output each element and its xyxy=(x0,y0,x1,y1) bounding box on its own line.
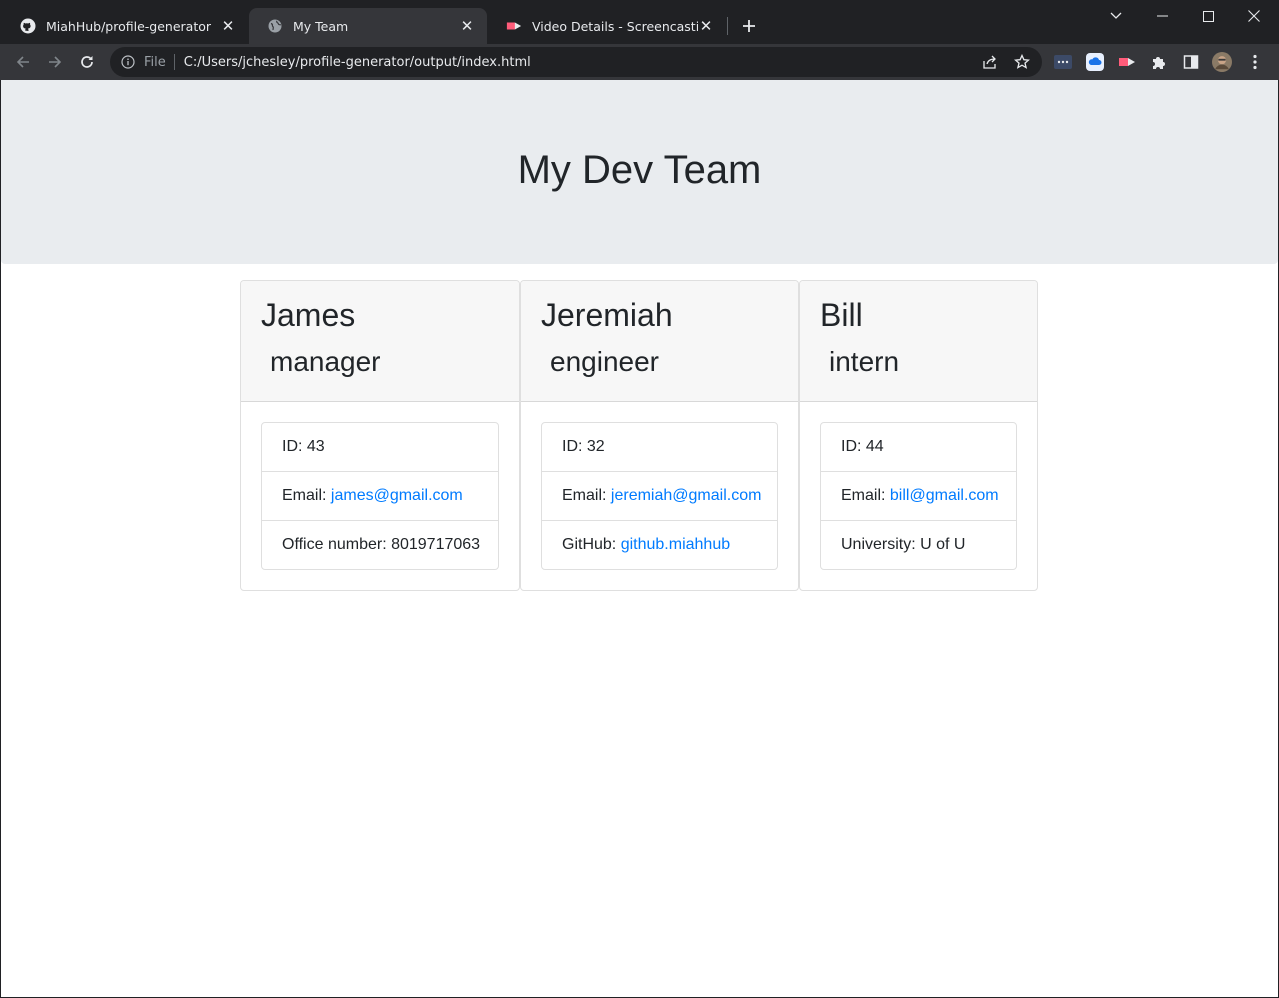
tab-title: Video Details - Screencastify xyxy=(532,18,698,34)
profile-avatar[interactable] xyxy=(1212,52,1232,72)
bookmark-star-icon[interactable] xyxy=(1014,54,1030,70)
url-scheme-label: File xyxy=(144,54,166,70)
browser-toolbar: File C:/Users/jchesley/profile-generator… xyxy=(0,44,1279,80)
reload-icon xyxy=(81,56,93,68)
maximize-icon xyxy=(1202,10,1214,22)
email-label: Email: xyxy=(562,487,607,504)
close-tab-icon[interactable]: ✕ xyxy=(220,17,236,35)
url-text[interactable]: C:/Users/jchesley/profile-generator/outp… xyxy=(184,55,531,70)
email-link[interactable]: jeremiah@gmail.com xyxy=(611,487,762,505)
github-link[interactable]: github.miahhub xyxy=(621,536,730,554)
close-window-button[interactable] xyxy=(1231,0,1277,32)
tab-separator xyxy=(727,17,728,35)
cloud-icon[interactable] xyxy=(1085,52,1105,72)
arrow-right-icon xyxy=(49,56,62,68)
member-card-manager: James manager ID: 43 Email: james@gmail.… xyxy=(240,280,520,591)
member-github: GitHub: github.miahhub xyxy=(542,520,777,569)
email-link[interactable]: bill@gmail.com xyxy=(890,487,999,505)
member-id: ID: 44 xyxy=(841,438,884,455)
tab-video-details[interactable]: Video Details - Screencastify ✕ xyxy=(488,8,726,44)
plus-icon xyxy=(743,20,755,32)
member-card-intern: Bill intern ID: 44 Email: bill@gmail.com… xyxy=(799,280,1038,591)
tab-title: My Team xyxy=(293,18,349,34)
email-link[interactable]: james@gmail.com xyxy=(331,487,463,505)
kebab-menu-icon[interactable] xyxy=(1245,52,1265,72)
member-details-list: ID: 32 Email: jeremiah@gmail.com GitHub:… xyxy=(541,422,778,570)
member-id: ID: 32 xyxy=(562,438,605,455)
card-header: Jeremiah engineer xyxy=(521,281,798,402)
close-tab-icon[interactable]: ✕ xyxy=(459,17,475,35)
share-icon[interactable] xyxy=(982,54,998,70)
new-tab-button[interactable] xyxy=(737,14,761,38)
page-title: My Dev Team xyxy=(517,148,762,192)
minimize-icon xyxy=(1156,15,1168,17)
reload-button[interactable] xyxy=(73,48,101,76)
tab-strip: MiahHub/profile-generator ✕ My Team ✕ Vi… xyxy=(0,0,1279,44)
jumbotron-header: My Dev Team xyxy=(1,80,1278,264)
github-label: GitHub: xyxy=(562,536,617,553)
info-icon[interactable] xyxy=(120,54,136,70)
member-id: ID: 43 xyxy=(282,438,325,455)
member-office-number: Office number: 8019717063 xyxy=(262,520,498,569)
member-email: Email: jeremiah@gmail.com xyxy=(542,471,777,520)
member-card-engineer: Jeremiah engineer ID: 32 Email: jeremiah… xyxy=(520,280,799,591)
side-panel-icon[interactable] xyxy=(1181,52,1201,72)
member-name: Jeremiah xyxy=(541,297,673,333)
card-header: James manager xyxy=(241,281,519,402)
member-details-list: ID: 44 Email: bill@gmail.com University:… xyxy=(820,422,1017,570)
member-role: intern xyxy=(829,346,900,377)
tab-my-team[interactable]: My Team ✕ xyxy=(249,8,487,44)
close-tab-icon[interactable]: ✕ xyxy=(698,17,714,35)
member-university: University: U of U xyxy=(821,520,1016,569)
maximize-button[interactable] xyxy=(1185,0,1231,32)
globe-icon xyxy=(267,18,283,34)
back-button[interactable] xyxy=(9,48,37,76)
member-name: James xyxy=(261,297,356,333)
close-icon xyxy=(1248,10,1260,22)
member-details-list: ID: 43 Email: james@gmail.com Office num… xyxy=(261,422,499,570)
tab-profile-generator[interactable]: MiahHub/profile-generator ✕ xyxy=(2,8,248,44)
member-role: engineer xyxy=(550,346,659,377)
chevron-down-icon xyxy=(1110,12,1122,19)
page-viewport: My Dev Team James manager ID: 43 Email: … xyxy=(1,80,1278,997)
minimize-button[interactable] xyxy=(1139,0,1185,32)
omnibox-divider xyxy=(173,54,175,70)
email-label: Email: xyxy=(282,487,327,504)
tab-search-button[interactable] xyxy=(1093,0,1139,32)
tab-title: MiahHub/profile-generator xyxy=(46,18,212,34)
member-email: Email: bill@gmail.com xyxy=(821,471,1016,520)
arrow-left-icon xyxy=(16,56,29,68)
github-icon xyxy=(20,18,36,34)
member-name: Bill xyxy=(820,297,863,333)
member-email: Email: james@gmail.com xyxy=(262,471,498,520)
email-label: Email: xyxy=(841,487,886,504)
screencastify-icon[interactable] xyxy=(1117,52,1137,72)
member-role: manager xyxy=(270,346,381,377)
forward-button[interactable] xyxy=(41,48,69,76)
address-bar[interactable]: File C:/Users/jchesley/profile-generator… xyxy=(110,47,1042,77)
extensions-menu-icon[interactable] xyxy=(1053,52,1073,72)
screencastify-icon xyxy=(506,18,522,34)
puzzle-icon[interactable] xyxy=(1149,52,1169,72)
card-header: Bill intern xyxy=(800,281,1037,402)
